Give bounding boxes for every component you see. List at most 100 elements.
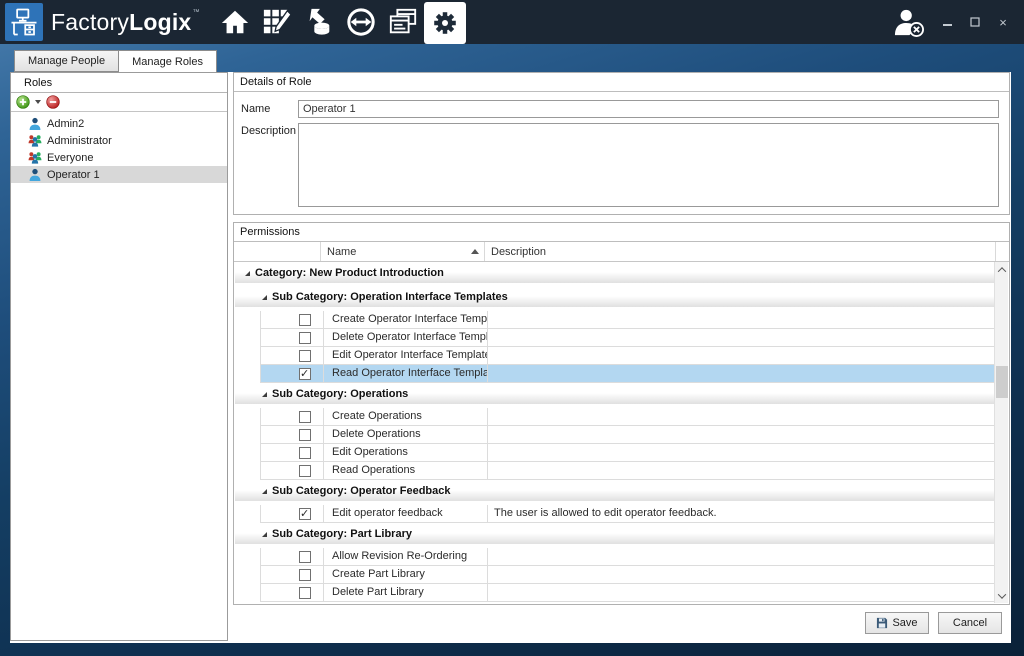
permission-row[interactable]: Create Operations bbox=[260, 408, 994, 426]
group-expander-icon[interactable] bbox=[245, 271, 250, 276]
role-item-admin2[interactable]: Admin2 bbox=[11, 115, 227, 132]
permission-checkbox[interactable] bbox=[299, 587, 311, 599]
permission-checkbox[interactable] bbox=[299, 350, 311, 362]
scroll-up-icon[interactable] bbox=[995, 262, 1009, 277]
home-nav-button[interactable] bbox=[214, 0, 256, 44]
permission-checkbox[interactable] bbox=[299, 447, 311, 459]
scroll-down-icon[interactable] bbox=[995, 588, 1009, 603]
app-title: FactoryLogix™ bbox=[51, 9, 200, 36]
permission-description bbox=[488, 365, 994, 382]
permission-row[interactable]: Edit operator feedbackThe user is allowe… bbox=[260, 505, 994, 523]
titlebar: FactoryLogix™ × bbox=[0, 0, 1024, 44]
role-item-everyone[interactable]: Everyone bbox=[11, 149, 227, 166]
details-of-role-panel: Details of Role Name Description bbox=[233, 72, 1010, 215]
permission-name: Read Operations bbox=[324, 462, 488, 479]
permission-row[interactable]: Read Operations bbox=[260, 462, 994, 480]
group-icon bbox=[28, 134, 42, 148]
permission-checkbox-cell bbox=[261, 408, 324, 425]
description-column-header[interactable]: Description bbox=[485, 242, 996, 261]
permission-checkbox-cell bbox=[261, 311, 324, 328]
grid-header-spacer bbox=[996, 242, 1009, 261]
permission-description: The user is allowed to edit operator fee… bbox=[488, 505, 994, 522]
permission-checkbox-cell bbox=[261, 584, 324, 601]
permission-checkbox[interactable] bbox=[299, 332, 311, 344]
app-logo-icon bbox=[5, 3, 43, 41]
role-label: Everyone bbox=[47, 152, 93, 164]
group-expander-icon[interactable] bbox=[262, 532, 267, 537]
permission-name: Delete Operations bbox=[324, 426, 488, 443]
permission-row[interactable]: Delete Part Library bbox=[260, 584, 994, 602]
role-name-input[interactable] bbox=[298, 100, 999, 118]
settings-gear-icon bbox=[430, 8, 460, 38]
permission-checkbox[interactable] bbox=[299, 368, 311, 380]
permissions-grid-body: Category: New Product Introduction Sub Ca… bbox=[235, 262, 994, 603]
permission-checkbox[interactable] bbox=[299, 465, 311, 477]
add-role-icon[interactable] bbox=[16, 95, 30, 109]
permission-name: Create Operator Interface Templat... bbox=[324, 311, 488, 328]
permission-description bbox=[488, 408, 994, 425]
tab-manage-people[interactable]: Manage People bbox=[14, 50, 118, 72]
subcategory-group-row[interactable]: Sub Category: Operator Feedback bbox=[235, 481, 994, 501]
tab-manage-roles[interactable]: Manage Roles bbox=[118, 50, 217, 73]
permission-checkbox-cell bbox=[261, 347, 324, 364]
name-column-header[interactable]: Name bbox=[321, 242, 485, 261]
permission-row[interactable]: Read Operator Interface Templates bbox=[260, 365, 994, 383]
permission-row[interactable]: Delete Operator Interface Templat... bbox=[260, 329, 994, 347]
logout-user-icon[interactable] bbox=[892, 7, 926, 37]
permission-checkbox-cell bbox=[261, 444, 324, 461]
permission-checkbox[interactable] bbox=[299, 551, 311, 563]
maximize-button[interactable] bbox=[968, 14, 982, 30]
windows-stack-nav-button[interactable] bbox=[382, 0, 424, 44]
group-label: Sub Category: Operations bbox=[272, 388, 408, 400]
category-group-row[interactable]: Category: New Product Introduction bbox=[235, 263, 994, 283]
permission-checkbox-cell bbox=[261, 365, 324, 382]
permission-checkbox[interactable] bbox=[299, 411, 311, 423]
scrollbar-thumb[interactable] bbox=[996, 366, 1008, 398]
vertical-scrollbar[interactable] bbox=[994, 262, 1008, 603]
permission-name: Edit Operator Interface Templates bbox=[324, 347, 488, 364]
group-label: Sub Category: Operator Feedback bbox=[272, 485, 451, 497]
save-button[interactable]: Save bbox=[865, 612, 929, 634]
role-item-administrator[interactable]: Administrator bbox=[11, 132, 227, 149]
subcategory-group-row[interactable]: Sub Category: Operation Interface Templa… bbox=[235, 287, 994, 307]
permission-checkbox-cell bbox=[261, 329, 324, 346]
user-icon bbox=[28, 168, 42, 182]
permission-row[interactable]: Create Operator Interface Templat... bbox=[260, 311, 994, 329]
group-expander-icon[interactable] bbox=[262, 392, 267, 397]
permission-description bbox=[488, 548, 994, 565]
permission-row[interactable]: Edit Operations bbox=[260, 444, 994, 462]
minimize-button[interactable] bbox=[940, 14, 954, 30]
close-button[interactable]: × bbox=[996, 14, 1010, 30]
roles-panel: Roles Admin2AdministratorEveryoneOperato… bbox=[10, 72, 228, 641]
cancel-button[interactable]: Cancel bbox=[938, 612, 1002, 634]
permission-checkbox[interactable] bbox=[299, 314, 311, 326]
transfer-circle-nav-button[interactable] bbox=[340, 0, 382, 44]
permission-description bbox=[488, 329, 994, 346]
permission-row[interactable]: Allow Revision Re-Ordering bbox=[260, 548, 994, 566]
add-role-dropdown-icon[interactable] bbox=[35, 100, 41, 104]
group-expander-icon[interactable] bbox=[262, 295, 267, 300]
permission-name: Read Operator Interface Templates bbox=[324, 365, 488, 382]
windows-stack-icon bbox=[388, 7, 418, 37]
remove-role-icon[interactable] bbox=[46, 95, 60, 109]
permission-checkbox[interactable] bbox=[299, 508, 311, 520]
subcategory-group-row[interactable]: Sub Category: Operations bbox=[235, 384, 994, 404]
permissions-grid-header: Name Description bbox=[234, 242, 1009, 262]
production-grid-edit-nav-button[interactable] bbox=[256, 0, 298, 44]
group-expander-icon[interactable] bbox=[262, 489, 267, 494]
settings-gear-nav-button[interactable] bbox=[424, 2, 466, 44]
data-import-nav-button[interactable] bbox=[298, 0, 340, 44]
role-item-operator-1[interactable]: Operator 1 bbox=[11, 166, 227, 183]
permission-checkbox[interactable] bbox=[299, 429, 311, 441]
permission-row[interactable]: Create Part Library bbox=[260, 566, 994, 584]
sort-ascending-icon bbox=[471, 249, 479, 254]
role-label: Operator 1 bbox=[47, 169, 100, 181]
group-label: Sub Category: Operation Interface Templa… bbox=[272, 291, 508, 303]
permission-checkbox[interactable] bbox=[299, 569, 311, 581]
permission-row[interactable]: Edit Operator Interface Templates bbox=[260, 347, 994, 365]
roles-toolbar bbox=[11, 93, 227, 112]
user-icon bbox=[28, 117, 42, 131]
subcategory-group-row[interactable]: Sub Category: Part Library bbox=[235, 524, 994, 544]
permission-row[interactable]: Delete Operations bbox=[260, 426, 994, 444]
role-description-input[interactable] bbox=[298, 123, 999, 207]
